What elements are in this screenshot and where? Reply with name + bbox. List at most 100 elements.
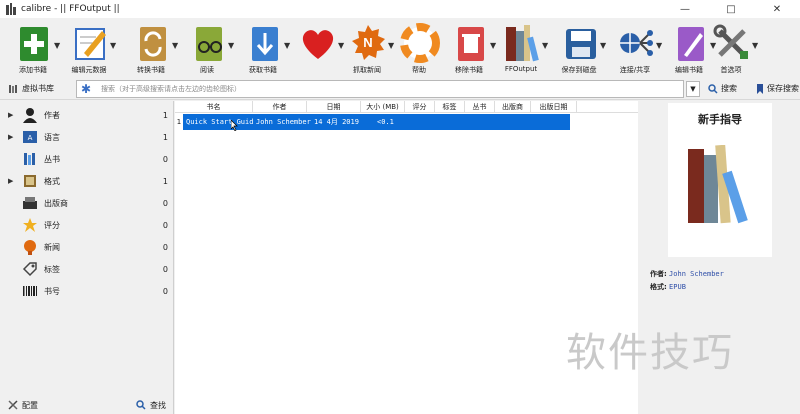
format-link[interactable]: EPUB bbox=[669, 283, 686, 291]
heart-icon bbox=[302, 30, 334, 59]
toolbar-button-connect-share[interactable]: ▼ 连接/共享 bbox=[612, 21, 666, 77]
column-header[interactable]: 大小 (MB) bbox=[361, 101, 405, 112]
category-name: 评分 bbox=[44, 220, 60, 230]
dropdown-arrow-icon[interactable]: ▼ bbox=[656, 41, 662, 50]
svg-text:A: A bbox=[28, 134, 33, 142]
dropdown-arrow-icon[interactable]: ▼ bbox=[542, 41, 548, 50]
books-cover-illustration bbox=[688, 145, 748, 224]
sidebar-item-formats[interactable]: ▶ 格式 1 bbox=[0, 171, 174, 191]
cell-date: 14 4月 2019 bbox=[314, 118, 359, 126]
column-header[interactable]: 出版日期 bbox=[531, 101, 577, 112]
toolbar-button-read-book[interactable]: ▼ 阅读 bbox=[184, 21, 238, 77]
sidebar-item-rating[interactable]: 评分 0 bbox=[0, 215, 174, 235]
cover-title: 新手指导 bbox=[698, 113, 742, 126]
gear-icon[interactable]: ✱ bbox=[81, 82, 95, 96]
save-disk-icon bbox=[566, 29, 596, 59]
toolbar-button-library[interactable]: ▼ FFOutput bbox=[498, 21, 552, 77]
sidebar-item-authors[interactable]: ▶ 作者 1 bbox=[0, 105, 174, 125]
toolbar-button-save-disk[interactable]: ▼ 保存到磁盘 bbox=[556, 21, 610, 77]
search-button[interactable]: 搜索 bbox=[708, 83, 737, 94]
format-meta: 格式: EPUB bbox=[650, 282, 686, 292]
toolbar-button-label: 保存到磁盘 bbox=[561, 66, 597, 74]
category-count: 0 bbox=[162, 242, 168, 252]
preferences-icon bbox=[713, 24, 748, 59]
dropdown-arrow-icon[interactable]: ▼ bbox=[600, 41, 606, 50]
category-count: 0 bbox=[162, 286, 168, 296]
virtual-library-button[interactable]: 虚拟书库 bbox=[8, 83, 54, 94]
chevron-down-icon: ▼ bbox=[690, 85, 696, 93]
saved-search-label: 保存搜索 bbox=[767, 84, 799, 93]
toolbar-button-convert-book[interactable]: ▼ 转换书籍 bbox=[128, 21, 182, 77]
expand-arrow-icon[interactable]: ▶ bbox=[8, 133, 18, 141]
author-meta: 作者: John Schember bbox=[650, 269, 724, 279]
dropdown-arrow-icon[interactable]: ▼ bbox=[172, 41, 178, 50]
cell-title: Quick Start Guide bbox=[186, 118, 253, 126]
watermark-text: 软件技巧 bbox=[566, 330, 734, 376]
toolbar-button-label: 编辑元数据 bbox=[71, 66, 107, 74]
cell-author: John Schember bbox=[256, 118, 311, 126]
dropdown-arrow-icon[interactable]: ▼ bbox=[228, 41, 234, 50]
expand-arrow-icon[interactable]: ▶ bbox=[8, 177, 18, 185]
find-label: 查找 bbox=[150, 400, 166, 410]
sidebar-item-identifiers[interactable]: 书号 0 bbox=[0, 281, 174, 301]
sidebar-item-series[interactable]: 丛书 0 bbox=[0, 149, 174, 169]
column-header[interactable]: 作者 bbox=[253, 101, 307, 112]
toolbar-button-get-books[interactable]: ▼ 获取书籍 bbox=[240, 21, 294, 77]
search-input[interactable]: ✱ 搜索（对于高级搜索请点击左边的齿轮图标） bbox=[76, 80, 684, 98]
sidebar-item-news[interactable]: 新闻 0 bbox=[0, 237, 174, 257]
dropdown-arrow-icon[interactable]: ▼ bbox=[490, 41, 496, 50]
publisher-icon bbox=[23, 197, 37, 209]
help-icon bbox=[400, 23, 440, 63]
saved-search-button[interactable]: 保存搜索 bbox=[756, 83, 799, 94]
category-name: 丛书 bbox=[44, 154, 60, 164]
search-button-label: 搜索 bbox=[721, 84, 737, 93]
sidebar-item-publisher[interactable]: 出版商 0 bbox=[0, 193, 174, 213]
sidebar-item-tags[interactable]: 标签 0 bbox=[0, 259, 174, 279]
maximize-button[interactable]: □ bbox=[708, 0, 754, 18]
search-history-dropdown[interactable]: ▼ bbox=[686, 81, 700, 97]
dropdown-arrow-icon[interactable]: ▼ bbox=[110, 41, 116, 50]
dropdown-arrow-icon[interactable]: ▼ bbox=[388, 41, 394, 50]
category-count: 0 bbox=[162, 220, 168, 230]
authors-icon bbox=[23, 108, 37, 123]
languages-icon: A bbox=[23, 131, 37, 143]
toolbar-button-preferences[interactable]: ▼ 首选项 bbox=[708, 21, 762, 77]
find-button[interactable]: 查找 bbox=[136, 400, 166, 411]
get-books-icon bbox=[252, 27, 278, 61]
identifiers-icon bbox=[23, 286, 37, 296]
column-header[interactable]: 标签 bbox=[435, 101, 465, 112]
toolbar-button-label: 转换书籍 bbox=[137, 66, 165, 74]
toolbar-button-add-book[interactable]: ▼ 添加书籍 bbox=[10, 21, 64, 77]
toolbar-button-edit-metadata[interactable]: ▼ 编辑元数据 bbox=[66, 21, 120, 77]
tag-browser: 配置 查找 ▶ 作者 1 ▶ A 语言 1 丛书 0 ▶ 格式 1 出版商 0 评分 0 新闻 0 标签 0 书号 0 bbox=[0, 101, 174, 414]
title-bar: calibre - || FFOutput || — □ ✕ bbox=[0, 0, 800, 18]
fetch-news-icon: N bbox=[352, 25, 385, 60]
column-header[interactable]: 日期 bbox=[307, 101, 361, 112]
category-count: 1 bbox=[162, 132, 168, 142]
tags-icon bbox=[22, 262, 37, 277]
sidebar-item-languages[interactable]: ▶ A 语言 1 bbox=[0, 127, 174, 147]
minimize-button[interactable]: — bbox=[662, 0, 708, 18]
book-cover[interactable]: 新手指导 bbox=[668, 103, 772, 257]
column-header[interactable]: 书名 bbox=[175, 101, 253, 112]
toolbar-button-label: 获取书籍 bbox=[249, 66, 277, 74]
svg-text:N: N bbox=[363, 35, 372, 50]
table-row[interactable]: Quick Start Guide John Schember 14 4月 20… bbox=[183, 114, 570, 130]
close-button[interactable]: ✕ bbox=[754, 0, 800, 18]
virtual-library-label: 虚拟书库 bbox=[22, 84, 54, 93]
column-header[interactable]: 评分 bbox=[405, 101, 435, 112]
toolbar-button-label: 添加书籍 bbox=[19, 66, 47, 74]
dropdown-arrow-icon[interactable]: ▼ bbox=[752, 41, 758, 50]
news-icon bbox=[24, 240, 36, 255]
column-header[interactable]: 出版商 bbox=[495, 101, 531, 112]
category-name: 书号 bbox=[44, 286, 60, 296]
author-link[interactable]: John Schember bbox=[669, 270, 724, 278]
toolbar-button-label: 移除书籍 bbox=[455, 66, 483, 74]
column-header[interactable]: 丛书 bbox=[465, 101, 495, 112]
category-count: 1 bbox=[162, 110, 168, 120]
expand-arrow-icon[interactable]: ▶ bbox=[8, 111, 18, 119]
dropdown-arrow-icon[interactable]: ▼ bbox=[284, 41, 290, 50]
configure-button[interactable]: 配置 bbox=[8, 400, 38, 411]
series-icon bbox=[24, 153, 35, 165]
dropdown-arrow-icon[interactable]: ▼ bbox=[54, 41, 60, 50]
